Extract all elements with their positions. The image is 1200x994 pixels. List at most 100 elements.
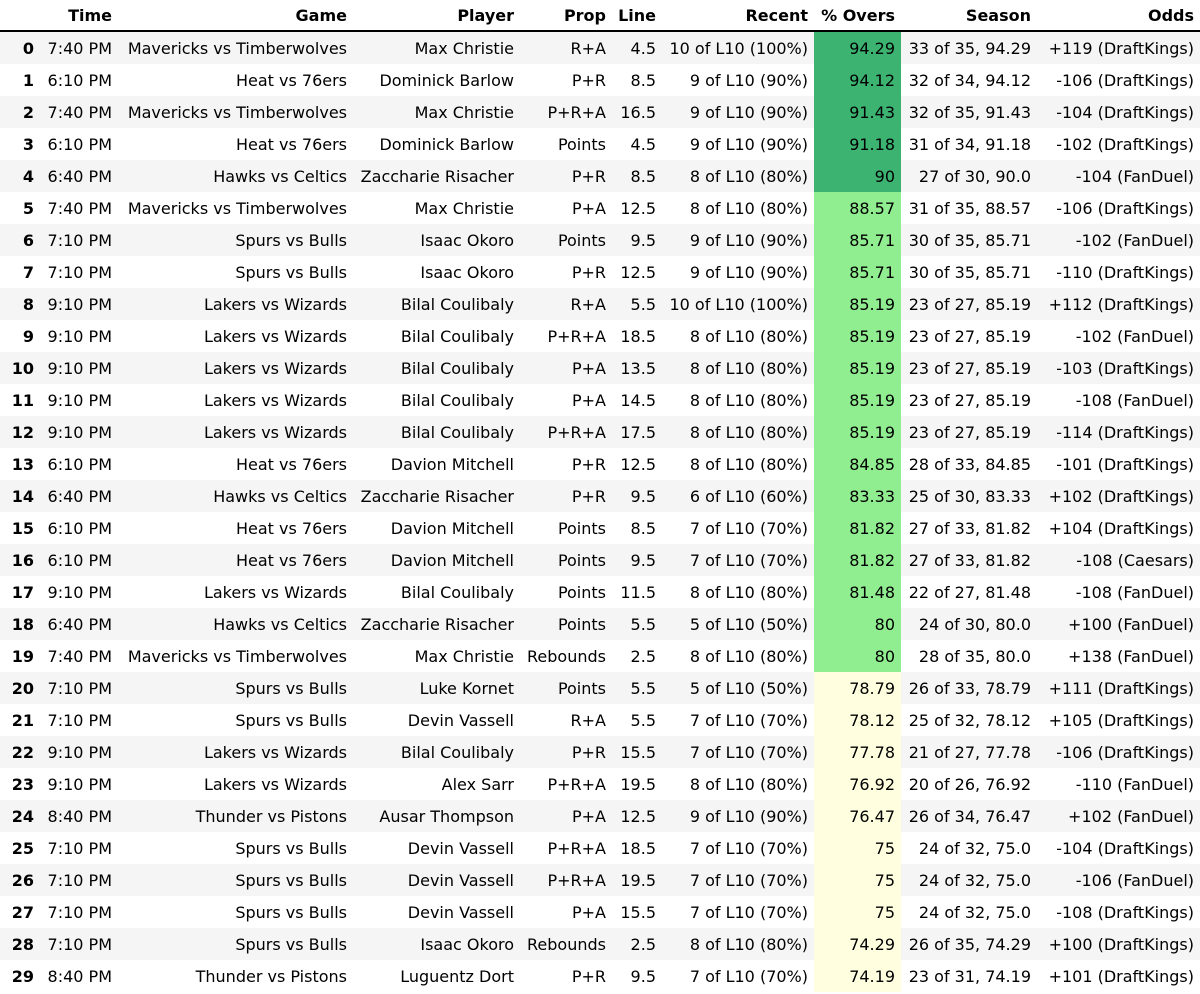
table-row: 8 9:10 PM Lakers vs Wizards Bilal Coulibaly… — [0, 288, 1200, 320]
line-cell: 5.5 — [612, 288, 662, 320]
table-row: 11 9:10 PM Lakers vs Wizards Bilal Coulibal… — [0, 384, 1200, 416]
row-index: 3 — [0, 128, 40, 160]
recent-cell: 8 of L10 (80%) — [662, 640, 814, 672]
recent-cell: 7 of L10 (70%) — [662, 512, 814, 544]
line-cell: 11.5 — [612, 576, 662, 608]
prop-cell: P+R+A — [520, 416, 612, 448]
pct-overs-cell: 85.71 — [814, 256, 901, 288]
prop-cell: P+R — [520, 160, 612, 192]
game-cell: Spurs vs Bulls — [118, 256, 353, 288]
table-row: 9 9:10 PM Lakers vs Wizards Bilal Coulibaly… — [0, 320, 1200, 352]
player-cell: Max Christie — [353, 640, 520, 672]
game-cell: Spurs vs Bulls — [118, 832, 353, 864]
season-cell: 24 of 30, 80.0 — [901, 608, 1037, 640]
game-cell: Heat vs 76ers — [118, 64, 353, 96]
recent-cell: 10 of L10 (100%) — [662, 288, 814, 320]
recent-cell: 8 of L10 (80%) — [662, 192, 814, 224]
recent-cell: 7 of L10 (70%) — [662, 736, 814, 768]
prop-cell: P+R+A — [520, 864, 612, 896]
row-index: 22 — [0, 736, 40, 768]
pct-overs-cell: 77.78 — [814, 736, 901, 768]
game-cell: Lakers vs Wizards — [118, 736, 353, 768]
row-index: 23 — [0, 768, 40, 800]
recent-cell: 10 of L10 (100%) — [662, 31, 814, 64]
odds-cell: -106 (DraftKings) — [1037, 736, 1200, 768]
player-cell: Bilal Coulibaly — [353, 352, 520, 384]
row-index: 28 — [0, 928, 40, 960]
time-cell: 8:40 PM — [40, 960, 118, 992]
game-cell: Lakers vs Wizards — [118, 576, 353, 608]
recent-cell: 9 of L10 (90%) — [662, 96, 814, 128]
line-cell: 15.5 — [612, 736, 662, 768]
prop-cell: Points — [520, 672, 612, 704]
prop-cell: P+A — [520, 896, 612, 928]
line-cell: 4.5 — [612, 31, 662, 64]
player-cell: Bilal Coulibaly — [353, 288, 520, 320]
line-cell: 5.5 — [612, 704, 662, 736]
header-player: Player — [353, 0, 520, 32]
game-cell: Heat vs 76ers — [118, 448, 353, 480]
row-index: 11 — [0, 384, 40, 416]
player-cell: Davion Mitchell — [353, 448, 520, 480]
recent-cell: 7 of L10 (70%) — [662, 704, 814, 736]
row-index: 2 — [0, 96, 40, 128]
header-recent: Recent — [662, 0, 814, 32]
pct-overs-cell: 91.43 — [814, 96, 901, 128]
season-cell: 24 of 32, 75.0 — [901, 864, 1037, 896]
recent-cell: 5 of L10 (50%) — [662, 608, 814, 640]
season-cell: 30 of 35, 85.71 — [901, 256, 1037, 288]
table-row: 15 6:10 PM Heat vs 76ers Davion Mitchell Poi… — [0, 512, 1200, 544]
line-cell: 8.5 — [612, 512, 662, 544]
row-index: 24 — [0, 800, 40, 832]
player-cell: Alex Sarr — [353, 768, 520, 800]
line-cell: 2.5 — [612, 640, 662, 672]
header-prop: Prop — [520, 0, 612, 32]
line-cell: 12.5 — [612, 800, 662, 832]
player-cell: Luguentz Dort — [353, 960, 520, 992]
recent-cell: 8 of L10 (80%) — [662, 416, 814, 448]
row-index: 12 — [0, 416, 40, 448]
row-index: 17 — [0, 576, 40, 608]
table-row: 17 9:10 PM Lakers vs Wizards Bilal Coulibal… — [0, 576, 1200, 608]
row-index: 7 — [0, 256, 40, 288]
player-cell: Bilal Coulibaly — [353, 384, 520, 416]
line-cell: 4.5 — [612, 128, 662, 160]
table-row: 6 7:10 PM Spurs vs Bulls Isaac Okoro Points 9… — [0, 224, 1200, 256]
time-cell: 7:10 PM — [40, 928, 118, 960]
row-index: 10 — [0, 352, 40, 384]
season-cell: 30 of 35, 85.71 — [901, 224, 1037, 256]
row-index: 25 — [0, 832, 40, 864]
game-cell: Hawks vs Celtics — [118, 480, 353, 512]
pct-overs-cell: 80 — [814, 608, 901, 640]
player-cell: Bilal Coulibaly — [353, 736, 520, 768]
game-cell: Heat vs 76ers — [118, 128, 353, 160]
time-cell: 6:10 PM — [40, 448, 118, 480]
odds-cell: -108 (Caesars) — [1037, 544, 1200, 576]
odds-cell: -104 (DraftKings) — [1037, 96, 1200, 128]
table-row: 4 6:40 PM Hawks vs Celtics Zaccharie Risach… — [0, 160, 1200, 192]
season-cell: 23 of 27, 85.19 — [901, 384, 1037, 416]
recent-cell: 8 of L10 (80%) — [662, 576, 814, 608]
player-cell: Bilal Coulibaly — [353, 320, 520, 352]
pct-overs-cell: 94.12 — [814, 64, 901, 96]
row-index: 5 — [0, 192, 40, 224]
season-cell: 33 of 35, 94.29 — [901, 31, 1037, 64]
recent-cell: 7 of L10 (70%) — [662, 896, 814, 928]
season-cell: 28 of 33, 84.85 — [901, 448, 1037, 480]
prop-cell: P+R — [520, 448, 612, 480]
table-row: 22 9:10 PM Lakers vs Wizards Bilal Coulibal… — [0, 736, 1200, 768]
table-row: 12 9:10 PM Lakers vs Wizards Bilal Coulibal… — [0, 416, 1200, 448]
season-cell: 32 of 34, 94.12 — [901, 64, 1037, 96]
table-row: 29 8:40 PM Thunder vs Pistons Luguentz Dort… — [0, 960, 1200, 992]
time-cell: 9:10 PM — [40, 576, 118, 608]
time-cell: 9:10 PM — [40, 320, 118, 352]
recent-cell: 7 of L10 (70%) — [662, 544, 814, 576]
prop-cell: P+R+A — [520, 320, 612, 352]
table-row: 19 7:40 PM Mavericks vs Timberwolves Max Ch… — [0, 640, 1200, 672]
line-cell: 18.5 — [612, 320, 662, 352]
prop-cell: R+A — [520, 288, 612, 320]
player-cell: Ausar Thompson — [353, 800, 520, 832]
player-cell: Devin Vassell — [353, 896, 520, 928]
pct-overs-cell: 75 — [814, 896, 901, 928]
header-time: Time — [40, 0, 118, 32]
